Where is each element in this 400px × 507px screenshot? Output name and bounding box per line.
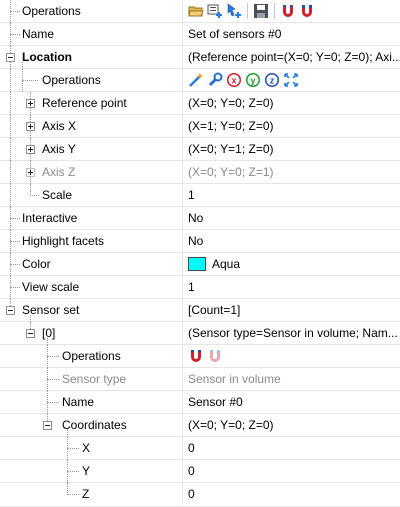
label-sensor-set: Sensor set [22,303,80,317]
svg-text:x: x [231,76,236,86]
label-axis-z: Axis Z [42,165,76,179]
value-color[interactable]: Aqua [184,253,400,275]
magnet-faded-icon [207,348,223,364]
label-interactive: Interactive [22,211,78,225]
label-coord-z: Z [82,487,90,501]
row-sensor-name[interactable]: Name Sensor #0 [0,391,400,414]
collapse-coordinates-toggle[interactable] [43,421,52,430]
label-location: Location [22,50,72,64]
label-coord-y: Y [82,464,91,478]
value-coordinates[interactable]: (X=0; Y=0; Z=0) [184,414,400,436]
row-axis-y[interactable]: Axis Y (X=0; Y=1; Z=0) [0,138,400,161]
row-sensor-type[interactable]: Sensor type Sensor in volume [0,368,400,391]
row-color[interactable]: Color Aqua [0,253,400,276]
value-view-scale[interactable]: 1 [184,276,400,298]
label-axis-x: Axis X [42,119,77,133]
rotate-y-icon[interactable]: y [245,72,261,88]
label-highlight-facets: Highlight facets [22,234,105,248]
label-sensor-type: Sensor type [62,372,127,386]
label-name: Name [22,27,55,41]
value-scale[interactable]: 1 [184,184,400,206]
label-reference-point: Reference point [42,96,127,110]
value-reference-point[interactable]: (X=0; Y=0; Z=0) [184,92,400,114]
toolbar-separator [274,3,275,19]
value-sensor-0[interactable]: (Sensor type=Sensor in volume; Nam... [184,322,400,344]
value-interactive[interactable]: No [184,207,400,229]
magnet-red-icon[interactable] [280,3,296,19]
add-list-icon[interactable] [207,3,223,19]
row-axis-z[interactable]: Axis Z (X=0; Y=0; Z=1) [0,161,400,184]
label-axis-y: Axis Y [42,142,76,156]
row-coord-z[interactable]: Z 0 [0,483,400,507]
label-location-operations: Operations [42,73,101,87]
magic-wand-icon[interactable] [188,72,204,88]
toolbar-separator [247,3,248,19]
row-coordinates[interactable]: Coordinates (X=0; Y=0; Z=0) [0,414,400,437]
save-disk-icon[interactable] [253,3,269,19]
row-view-scale[interactable]: View scale 1 [0,276,400,299]
row-sensor-set[interactable]: Sensor set [Count=1] [0,299,400,322]
value-coord-z[interactable]: 0 [184,483,400,505]
wrench-icon[interactable] [207,72,223,88]
label-sensor-0: [0] [42,326,56,340]
add-pointer-icon[interactable] [226,3,242,19]
row-sensor-0[interactable]: [0] (Sensor type=Sensor in volume; Nam..… [0,322,400,345]
label-color: Color [22,257,51,271]
rotate-z-icon[interactable]: z [264,72,280,88]
color-swatch[interactable] [188,257,206,271]
collapse-sensor-0-toggle[interactable] [26,329,35,338]
row-operations[interactable]: Operations [0,0,400,23]
label-sensor-name: Name [62,395,95,409]
row-sensor-operations[interactable]: Operations [0,345,400,368]
row-interactive[interactable]: Interactive No [0,207,400,230]
magnet-red-icon[interactable] [188,348,204,364]
collapse-location-toggle[interactable] [6,53,15,62]
value-sensor-name[interactable]: Sensor #0 [184,391,400,413]
expand-axis-y-toggle[interactable] [26,145,35,154]
color-name: Aqua [212,257,241,271]
row-highlight-facets[interactable]: Highlight facets No [0,230,400,253]
svg-text:z: z [270,76,275,86]
label-operations: Operations [22,4,81,18]
value-highlight-facets[interactable]: No [184,230,400,252]
value-axis-y[interactable]: (X=0; Y=1; Z=0) [184,138,400,160]
rotate-x-icon[interactable]: x [226,72,242,88]
value-axis-z: (X=0; Y=0; Z=1) [188,165,274,179]
value-name[interactable]: Set of sensors #0 [184,23,400,45]
open-folder-icon[interactable] [188,3,204,19]
value-axis-x[interactable]: (X=1; Y=0; Z=0) [184,115,400,137]
label-coordinates: Coordinates [62,418,127,432]
row-location-operations[interactable]: Operations x y z [0,69,400,92]
value-sensor-set[interactable]: [Count=1] [184,299,400,321]
label-view-scale: View scale [22,280,80,294]
value-coord-y[interactable]: 0 [184,460,400,482]
label-coord-x: X [82,441,91,455]
expand-axis-z-toggle[interactable] [26,168,35,177]
row-scale[interactable]: Scale 1 [0,184,400,207]
fit-arrows-icon[interactable] [283,72,299,88]
value-sensor-type: Sensor in volume [188,372,281,386]
label-scale: Scale [42,188,73,202]
row-coord-x[interactable]: X 0 [0,437,400,460]
magnet-blue-icon[interactable] [299,3,315,19]
row-coord-y[interactable]: Y 0 [0,460,400,483]
svg-text:y: y [250,76,255,86]
row-reference-point[interactable]: Reference point (X=0; Y=0; Z=0) [0,92,400,115]
expand-axis-x-toggle[interactable] [26,122,35,131]
row-axis-x[interactable]: Axis X (X=1; Y=0; Z=0) [0,115,400,138]
row-name[interactable]: Name Set of sensors #0 [0,23,400,46]
label-sensor-operations: Operations [62,349,121,363]
value-coord-x[interactable]: 0 [184,437,400,459]
expand-reference-point-toggle[interactable] [26,99,35,108]
value-location[interactable]: (Reference point=(X=0; Y=0; Z=0); Axi... [184,46,400,68]
collapse-sensor-set-toggle[interactable] [6,306,15,315]
row-location[interactable]: Location (Reference point=(X=0; Y=0; Z=0… [0,46,400,69]
property-grid: Operations Name Set of sensors #0 Locati… [0,0,400,507]
